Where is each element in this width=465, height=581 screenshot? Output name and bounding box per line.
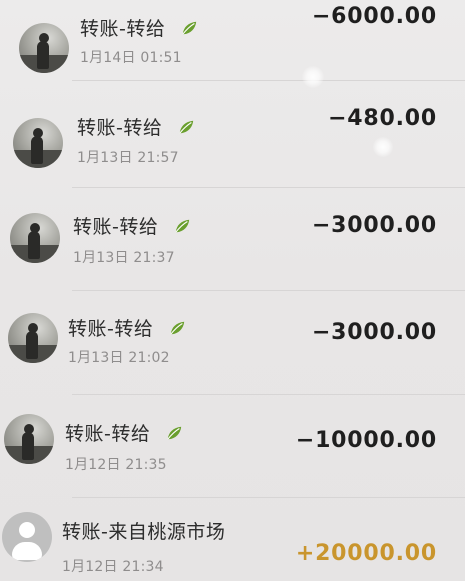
row-divider [72, 187, 465, 188]
photo-avatar [19, 23, 69, 73]
transaction-time: 1月12日 21:35 [65, 457, 167, 473]
transaction-amount: −480.00 [328, 106, 437, 131]
row-divider [72, 290, 465, 291]
leaf-icon [179, 120, 194, 134]
transaction-amount: +20000.00 [295, 541, 437, 566]
transaction-title: 转账-转给 [65, 423, 151, 445]
transaction-amount: −3000.00 [311, 320, 437, 345]
transaction-title-row: 转账-转给 [73, 212, 191, 239]
transaction-time: 1月13日 21:37 [73, 250, 175, 266]
leaf-icon [170, 321, 185, 335]
photo-avatar [13, 118, 63, 168]
transaction-time: 1月13日 21:57 [77, 150, 179, 166]
transaction-title-row: 转账-转给 [68, 314, 186, 341]
photo-avatar [10, 213, 60, 263]
transaction-title-row: 转账-转给 [80, 14, 198, 41]
transaction-title-row: 转账-转给 [65, 419, 183, 446]
leaf-icon [175, 219, 190, 233]
transaction-row[interactable]: 转账-转给 1月13日 21:02 −3000.00 [0, 300, 465, 400]
transaction-title: 转账-转给 [77, 117, 163, 139]
row-divider [72, 80, 465, 81]
transaction-amount: −3000.00 [311, 213, 437, 238]
transaction-time: 1月14日 01:51 [80, 50, 182, 66]
screen-glare [373, 137, 393, 157]
transaction-amount: −6000.00 [311, 4, 437, 29]
transaction-row[interactable]: 转账-转给 1月14日 01:51 −6000.00 [0, 0, 465, 100]
transaction-row[interactable]: 转账-转给 1月13日 21:37 −3000.00 [0, 196, 465, 296]
screen-glare [302, 66, 324, 88]
transaction-row[interactable]: 转账-来自桃源市场 1月12日 21:34 +20000.00 [0, 505, 465, 581]
transaction-list-screen: 转账-转给 1月14日 01:51 −6000.00 转账-转给 1月13日 2… [0, 0, 465, 581]
transaction-title-row: 转账-来自桃源市场 [62, 517, 225, 544]
photo-avatar [4, 414, 54, 464]
row-divider [72, 497, 465, 498]
transaction-time: 1月13日 21:02 [68, 350, 170, 366]
transaction-title-row: 转账-转给 [77, 113, 195, 140]
transaction-time: 1月12日 21:34 [62, 559, 164, 575]
leaf-icon [182, 21, 197, 35]
default-avatar [2, 512, 52, 562]
transaction-amount: −10000.00 [295, 428, 437, 453]
transaction-row[interactable]: 转账-转给 1月13日 21:57 −480.00 [0, 95, 465, 195]
transaction-title: 转账-转给 [73, 216, 159, 238]
transaction-row[interactable]: 转账-转给 1月12日 21:35 −10000.00 [0, 405, 465, 505]
transaction-title: 转账-来自桃源市场 [62, 521, 226, 543]
row-divider [72, 394, 465, 395]
transaction-title: 转账-转给 [68, 318, 154, 340]
leaf-icon [167, 426, 182, 440]
transaction-title: 转账-转给 [80, 18, 166, 40]
photo-avatar [8, 313, 58, 363]
